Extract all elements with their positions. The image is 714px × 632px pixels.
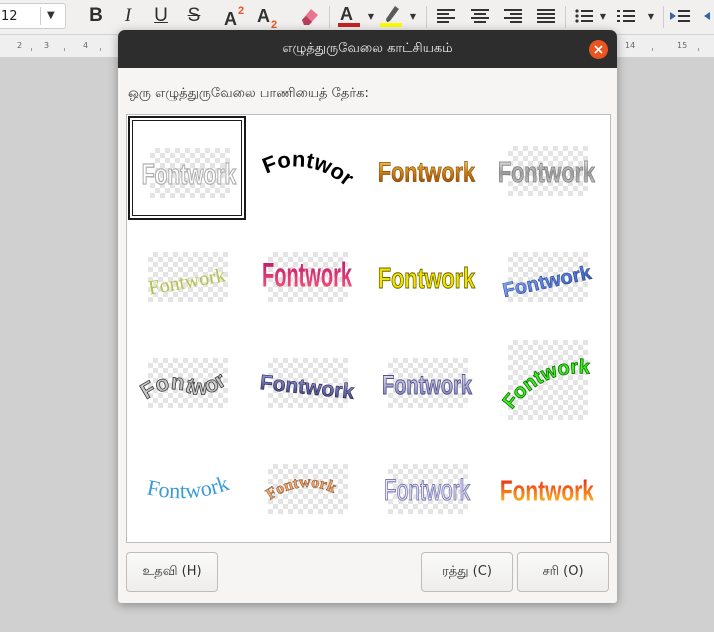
fontwork-style-item[interactable]: Fontwork: [368, 328, 486, 432]
decrease-indent-icon[interactable]: [700, 4, 714, 28]
toolbar-separator: [426, 6, 427, 28]
fontwork-text: Fontwork: [262, 256, 352, 294]
ruler-tick: [652, 48, 653, 51]
highlight-color-icon[interactable]: [378, 4, 406, 28]
toolbar-separator: [329, 6, 330, 28]
align-center-icon[interactable]: [468, 4, 492, 28]
increase-indent-icon[interactable]: [668, 4, 694, 28]
strikethrough-icon[interactable]: S: [183, 4, 205, 28]
chevron-down-icon[interactable]: ▼: [646, 4, 656, 28]
fontwork-text: Fontwork: [248, 116, 359, 191]
clear-formatting-icon[interactable]: [298, 4, 322, 28]
ruler-number: 14: [625, 41, 636, 50]
fontwork-style-item[interactable]: Fontwork: [248, 434, 366, 538]
fontwork-text: Fontwork: [384, 474, 470, 506]
font-color-icon[interactable]: A: [336, 4, 364, 28]
dialog-title: எழுத்துருவேலை காட்சியகம்: [282, 41, 453, 56]
fontwork-text: Fontwork: [499, 356, 591, 413]
fontwork-text: Fontwork: [263, 474, 339, 503]
ruler-tick: [31, 48, 32, 51]
ruler-number: 15: [677, 41, 688, 50]
chevron-down-icon[interactable]: ▼: [408, 4, 418, 28]
fontwork-text: Fontwork: [145, 470, 232, 503]
fontwork-style-item[interactable]: Fontwork: [368, 434, 486, 538]
ruler-tick: [100, 48, 101, 51]
toolbar-separator: [663, 6, 664, 28]
fontwork-style-item[interactable]: Fontwork: [248, 116, 366, 220]
fontwork-text: Fontwork: [147, 264, 227, 299]
dialog-titlebar[interactable]: எழுத்துருவேலை காட்சியகம்: [118, 30, 617, 68]
fontwork-text: Fontwork: [378, 263, 476, 295]
ruler-number: 3: [44, 41, 50, 50]
cancel-button[interactable]: ரத்து (C): [421, 552, 513, 592]
fontwork-style-item[interactable]: Fontwork: [488, 328, 606, 432]
font-size-combobox[interactable]: 12 ▼: [0, 3, 66, 29]
close-button[interactable]: [589, 40, 608, 59]
fontwork-text: Fontwork: [500, 475, 594, 507]
fontwork-style-item[interactable]: Fontwork: [248, 222, 366, 326]
toolbar-separator: [565, 6, 566, 28]
fontwork-style-item[interactable]: Fontwork: [248, 328, 366, 432]
font-size-divider: [40, 7, 41, 25]
ok-button[interactable]: சரி (O): [517, 552, 609, 592]
superscript-icon[interactable]: A2: [222, 4, 250, 28]
fontwork-style-item[interactable]: Fontwork: [488, 434, 606, 538]
subscript-icon[interactable]: A2: [255, 4, 283, 28]
fontwork-text: Fontwork: [128, 328, 230, 404]
bold-icon[interactable]: B: [86, 4, 106, 28]
ruler-number: 2: [17, 41, 23, 50]
unordered-list-icon[interactable]: [572, 4, 596, 28]
gallery-prompt-label: ஒரு எழுத்துருவேலை பாணியைத் தேர்க:: [128, 86, 369, 101]
fontwork-text: Fontwork: [501, 262, 594, 302]
svg-text:2: 2: [271, 19, 277, 28]
svg-text:A: A: [257, 6, 270, 26]
underline-icon[interactable]: U: [150, 4, 172, 28]
fontwork-style-item[interactable]: Fontwork: [128, 116, 246, 220]
justify-icon[interactable]: [534, 4, 558, 28]
fontwork-text: Fontwork: [498, 157, 596, 189]
align-left-icon[interactable]: [434, 4, 458, 28]
font-size-value: 12: [1, 9, 18, 24]
fontwork-style-item[interactable]: Fontwork: [368, 222, 486, 326]
ruler-tick: [698, 48, 699, 51]
chevron-down-icon[interactable]: ▼: [366, 4, 376, 28]
align-right-icon[interactable]: [501, 4, 525, 28]
fontwork-style-item[interactable]: Fontwork: [128, 328, 246, 432]
fontwork-style-item[interactable]: Fontwork: [488, 116, 606, 220]
ruler-number: 4: [83, 41, 89, 50]
fontwork-text: Fontwork: [378, 158, 475, 188]
chevron-down-icon[interactable]: ▼: [598, 4, 608, 28]
help-button[interactable]: உதவி (H): [126, 552, 218, 592]
fontwork-style-item[interactable]: Fontwork: [368, 116, 486, 220]
close-icon: [594, 45, 603, 54]
fontwork-text: Fontwork: [382, 370, 473, 401]
svg-text:2: 2: [238, 5, 244, 17]
fontwork-text: Fontwork: [259, 371, 356, 404]
fontwork-style-item[interactable]: Fontwork: [128, 434, 246, 538]
fontwork-style-item[interactable]: Fontwork: [488, 222, 606, 326]
fontwork-style-item[interactable]: Fontwork: [128, 222, 246, 326]
italic-icon[interactable]: I: [118, 4, 138, 28]
chevron-down-icon[interactable]: ▼: [47, 10, 55, 21]
svg-text:A: A: [340, 4, 353, 24]
ordered-list-icon[interactable]: [614, 4, 638, 28]
ruler-tick: [64, 48, 65, 51]
svg-text:A: A: [224, 9, 237, 28]
fontwork-gallery-dialog: எழுத்துருவேலை காட்சியகம் ஒரு எழுத்துருவே…: [118, 30, 617, 603]
fontwork-text: Fontwork: [142, 159, 237, 191]
fontwork-style-gallery: Fontwork Fontwork Fontwork Fontwork: [126, 114, 611, 543]
